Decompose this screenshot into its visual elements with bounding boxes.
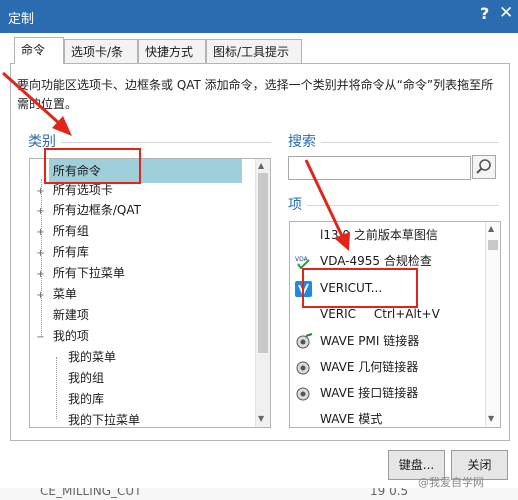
tree-item-all-bars-qat[interactable]: + 所有边框条/QAT	[36, 200, 141, 220]
annotation-box	[302, 268, 418, 308]
tree-item-label: 所有下拉菜单	[52, 266, 125, 280]
fragment-text: 19 0.5	[370, 488, 409, 498]
tab-commands[interactable]: 命令	[14, 37, 64, 64]
tree-item-my-menus[interactable]: 我的菜单	[68, 347, 116, 367]
tab-ribbon-bars[interactable]: 选项卡/条	[64, 39, 138, 63]
tree-item-my-galleries[interactable]: 我的库	[68, 389, 104, 409]
tree-item-label: 我的菜单	[68, 350, 117, 364]
tree-item-my-groups[interactable]: 我的组	[68, 368, 104, 388]
search-input[interactable]	[288, 156, 471, 180]
tree-item-label: 我的项	[52, 329, 89, 343]
tree-item-all-dropdowns[interactable]: + 所有下拉菜单	[36, 263, 125, 283]
watermark: @我爱自学网	[418, 476, 484, 489]
scroll-down-icon[interactable]: ▼	[488, 414, 494, 423]
list-scrollbar[interactable]: ▲ ▼	[485, 222, 500, 427]
tab-shortcuts[interactable]: 快捷方式	[138, 39, 206, 63]
title-bar: 定制 ? ✕	[0, 0, 518, 33]
tree-item-label: 所有选项卡	[52, 183, 113, 197]
fragment-text: CE_MILLING_CUT	[40, 488, 142, 498]
blank-icon	[294, 411, 314, 428]
tree-item-label: 所有库	[52, 245, 89, 259]
tree-item-label: 我的下拉菜单	[68, 413, 141, 427]
tree-item-label: 所有边框条/QAT	[52, 203, 141, 217]
tree-item-new-item[interactable]: 新建项	[36, 305, 89, 325]
command-list[interactable]: l13.0 之前版本草图信 VDA VDA-4955 合规检查 VERICUT.…	[289, 221, 501, 428]
item-label: l13.0 之前版本草图信	[320, 228, 438, 242]
item-label: WAVE 接口链接器	[320, 386, 419, 400]
tree-connector	[56, 357, 58, 419]
tree-item-my-items[interactable]: − 我的项	[36, 326, 89, 346]
item-label: WAVE 几何链接器	[320, 360, 419, 374]
separator	[61, 142, 271, 143]
tree-item-label: 我的组	[68, 371, 105, 385]
window-title: 定制	[8, 12, 35, 27]
instruction-text: 要向功能区选项卡、边框条或 QAT 添加命令，选择一个类别并将命令从“命令”列表…	[17, 78, 494, 111]
annotation-box	[44, 148, 141, 184]
tree-scrollbar[interactable]: ▲ ▼	[255, 159, 270, 427]
list-item[interactable]: WAVE PMI 链接器	[294, 328, 419, 354]
category-tree[interactable]: 所有命令 + 所有选项卡 + 所有边框条/QAT + 所有组 + 所有库 + 所…	[29, 158, 271, 428]
tree-connector	[41, 179, 43, 337]
scroll-down-icon[interactable]: ▼	[258, 414, 264, 423]
commands-panel: 要向功能区选项卡、边框条或 QAT 添加命令，选择一个类别并将命令从“命令”列表…	[10, 63, 510, 441]
list-item[interactable]: WAVE 接口链接器	[294, 380, 418, 406]
tree-item-label: 我的库	[68, 392, 105, 406]
separator	[321, 142, 499, 143]
tree-item-my-dropdowns[interactable]: 我的下拉菜单	[68, 410, 141, 427]
wave-link-icon	[294, 332, 314, 351]
close-icon[interactable]: ✕	[499, 3, 513, 23]
scrollbar-thumb[interactable]	[488, 240, 498, 250]
item-shortcut: Ctrl+Alt+V	[373, 307, 440, 321]
wave-link-icon	[294, 359, 314, 377]
search-label: 搜索	[288, 134, 316, 150]
item-label: WAVE PMI 链接器	[320, 334, 420, 348]
tree-item-all-galleries[interactable]: + 所有库	[36, 242, 89, 262]
tab-label: 选项卡/条	[71, 45, 124, 59]
scrollbar-thumb[interactable]	[258, 173, 268, 353]
tab-icons-tooltips[interactable]: 图标/工具提示	[206, 39, 302, 63]
tree-item-label: 菜单	[52, 287, 77, 301]
items-label: 项	[288, 197, 302, 213]
blank-icon	[294, 227, 314, 245]
tree-item-label: 所有组	[52, 224, 89, 238]
tree-item-label: 新建项	[52, 308, 89, 322]
list-item[interactable]: WAVE 几何链接器	[294, 354, 418, 380]
help-icon[interactable]: ?	[480, 4, 489, 23]
separator	[307, 205, 499, 206]
tab-label: 快捷方式	[145, 45, 194, 59]
item-label: WAVE 模式	[320, 412, 383, 426]
list-item[interactable]: WAVE 模式	[294, 406, 383, 428]
search-icon	[476, 159, 491, 174]
scroll-up-icon[interactable]: ▲	[488, 224, 494, 233]
search-button[interactable]	[472, 155, 496, 179]
item-label: VDA-4955 合规检查	[320, 254, 432, 268]
wave-link-icon	[294, 385, 314, 403]
tab-label: 图标/工具提示	[213, 45, 290, 59]
item-label: VERIC	[320, 307, 357, 321]
tree-item-all-groups[interactable]: + 所有组	[36, 221, 89, 241]
list-item[interactable]: l13.0 之前版本草图信	[294, 222, 438, 248]
blank-icon	[294, 306, 314, 324]
scroll-up-icon[interactable]: ▲	[258, 161, 264, 170]
tab-label: 命令	[21, 43, 46, 57]
